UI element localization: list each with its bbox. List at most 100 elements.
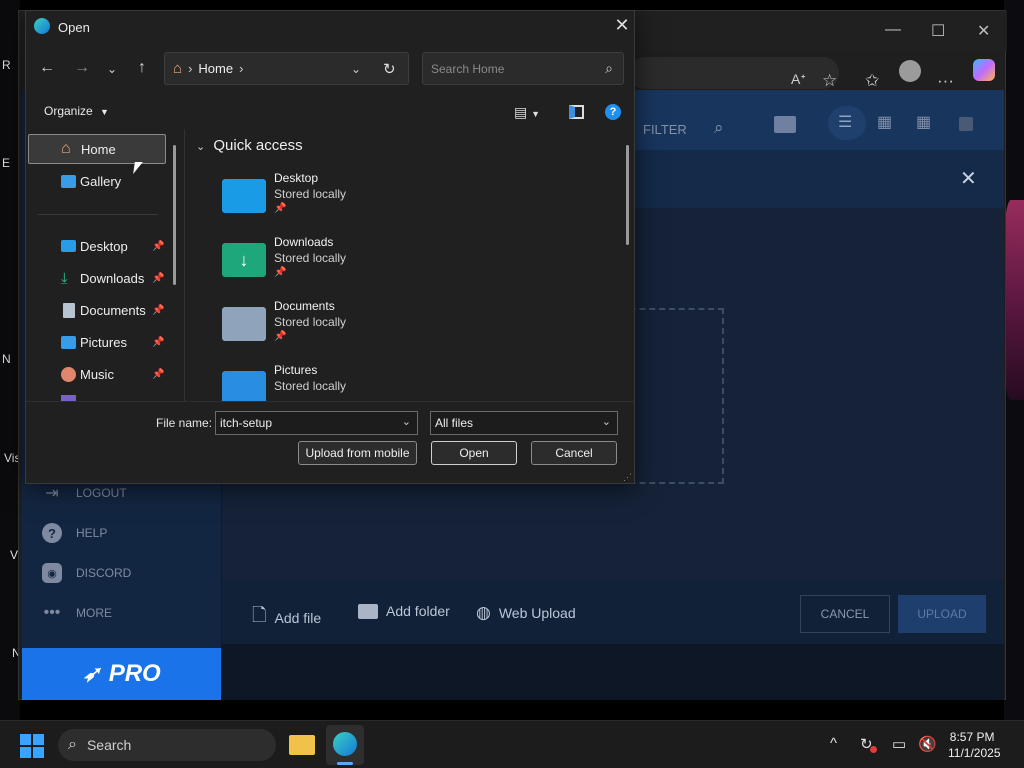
pane-divider (184, 129, 185, 401)
cancel-button[interactable]: CANCEL (800, 595, 890, 633)
sidebar-item-pictures[interactable]: Pictures 📌 (28, 327, 166, 357)
clock-date: 11/1/2025 (948, 746, 1001, 760)
recent-locations-icon[interactable]: ⌄ (100, 62, 124, 76)
nav-scrollbar[interactable] (173, 145, 176, 285)
address-bar[interactable] (629, 57, 839, 89)
sidebar-item-desktop[interactable]: Desktop 📌 (28, 231, 166, 261)
search-input[interactable]: Search Home ⌕ (422, 52, 624, 85)
chevron-down-icon[interactable]: ⌄ (402, 415, 411, 428)
resize-grip-icon[interactable]: ⋰ (623, 472, 632, 483)
list-item[interactable]: Desktop Stored locally 📌 (222, 171, 482, 231)
sidebar-item-home[interactable]: ⌂ Home (28, 134, 166, 164)
web-upload-label: Web Upload (498, 605, 576, 621)
small-grid-icon[interactable]: ▦ (877, 112, 892, 132)
list-item[interactable]: Pictures Stored locally (222, 363, 482, 401)
back-icon[interactable]: ← (35, 59, 59, 77)
breadcrumb[interactable]: ⌂ › Home › ⌄ ↻ (164, 52, 409, 85)
home-icon: ⌂ (61, 140, 71, 157)
breadcrumb-home[interactable]: Home (198, 61, 233, 76)
start-icon[interactable] (20, 734, 44, 758)
add-folder-button[interactable]: Add folder (358, 603, 450, 619)
add-file-button[interactable]: 🗋 Add file (252, 603, 321, 633)
view-options-icon[interactable]: ▤ ▼ (514, 104, 540, 121)
home-icon: ⌂ (173, 60, 183, 77)
list-item[interactable]: Documents Stored locally 📌 (222, 299, 482, 359)
file-name-label: File name: (156, 416, 213, 430)
quick-access-label: Quick access (213, 137, 303, 154)
read-aloud-icon[interactable]: Aᐩ (791, 71, 806, 88)
pin-icon: 📌 (152, 240, 165, 252)
star-icon[interactable]: ☆ (822, 71, 837, 91)
pin-icon: 📌 (274, 203, 287, 214)
sidebar-item-label: Downloads (80, 270, 145, 286)
pro-banner[interactable]: ➶ PRO (22, 648, 221, 700)
more-icon[interactable]: ··· (937, 71, 954, 91)
chevron-down-icon[interactable]: ⌄ (351, 62, 361, 76)
file-name-input[interactable]: itch-setup ⌄ (215, 411, 418, 435)
refresh-icon[interactable]: ↻ (383, 60, 396, 78)
volume-muted-icon[interactable]: 🔇 (918, 735, 937, 753)
up-icon[interactable]: ↑ (130, 59, 154, 77)
dialog-close-icon[interactable]: ✕ (612, 15, 632, 36)
item-status: Stored locally (274, 187, 347, 201)
copilot-icon[interactable] (973, 59, 995, 81)
sidebar-item-logout[interactable]: ⇥ LOGOUT (42, 483, 126, 503)
pictures-folder-icon (222, 371, 266, 401)
edge-icon (34, 18, 50, 34)
file-type-select[interactable]: All files ⌄ (430, 411, 618, 435)
minimize-icon[interactable]: — (885, 21, 901, 39)
search-icon: ⌕ (68, 736, 77, 753)
sidebar-item-documents[interactable]: Documents 📌 (28, 295, 166, 325)
profile-icon[interactable] (899, 60, 921, 82)
pin-icon: 📌 (274, 267, 287, 278)
pin-icon: 📌 (152, 368, 165, 380)
sidebar-item-label: Gallery (80, 173, 122, 189)
sidebar-item-discord[interactable]: ◉ DISCORD (42, 563, 131, 583)
sidebar-item-more[interactable]: ••• MORE (42, 603, 112, 623)
sidebar-item-label: Home (81, 141, 116, 157)
item-status: Stored locally (274, 251, 347, 265)
forward-icon[interactable]: → (70, 59, 94, 77)
network-icon[interactable]: ▭ (892, 735, 906, 753)
downloads-folder-icon: ↓ (222, 243, 266, 277)
sidebar-item-label: Music (80, 366, 114, 382)
upload-from-mobile-button[interactable]: Upload from mobile (298, 441, 417, 465)
add-file-label: Add file (274, 610, 322, 626)
pin-icon: 📌 (152, 272, 165, 284)
taskbar-search[interactable]: ⌕ Search (58, 729, 276, 761)
search-icon[interactable]: ⌕ (714, 118, 724, 138)
new-folder-icon[interactable] (774, 116, 796, 133)
file-explorer-icon[interactable] (289, 735, 315, 755)
list-item[interactable]: ↓ Downloads Stored locally 📌 (222, 235, 482, 295)
close-icon[interactable]: ✕ (960, 166, 977, 191)
clock[interactable]: 8:57 PM 11/1/2025 (942, 729, 1001, 761)
file-name-value: itch-setup (220, 416, 273, 430)
mouse-cursor-icon (133, 162, 143, 174)
item-status: Stored locally (274, 315, 347, 329)
quick-access-header[interactable]: ⌄ Quick access (196, 137, 303, 154)
sidebar-item-help[interactable]: ? HELP (42, 523, 107, 543)
preview-pane-icon[interactable] (569, 105, 584, 119)
large-view-icon[interactable] (959, 117, 973, 131)
help-icon[interactable]: ? (605, 104, 621, 120)
grid-view-icon[interactable]: ▦ (916, 112, 931, 132)
content-scrollbar[interactable] (626, 145, 629, 245)
breadcrumb-separator: › (239, 61, 244, 76)
sidebar-item-music[interactable]: Music 📌 (28, 359, 166, 389)
sidebar-item-downloads[interactable]: ⤓ Downloads 📌 (28, 263, 166, 293)
item-name: Downloads (274, 235, 334, 249)
web-upload-button[interactable]: ◍ Web Upload (476, 603, 576, 623)
maximize-icon[interactable]: ☐ (931, 21, 945, 41)
add-file-icon: 🗋 (252, 605, 267, 625)
organize-menu[interactable]: Organize ▼ (44, 104, 109, 118)
open-button[interactable]: Open (431, 441, 517, 465)
pro-label: PRO (108, 660, 161, 687)
favorites-icon[interactable]: ✩ (865, 71, 879, 91)
cancel-button[interactable]: Cancel (531, 441, 617, 465)
chevron-up-icon[interactable]: ^ (830, 735, 837, 752)
filter-button[interactable]: FILTER (643, 122, 687, 137)
sidebar-item-gallery[interactable]: Gallery (28, 166, 166, 196)
close-icon[interactable]: ✕ (977, 21, 990, 41)
upload-button[interactable]: UPLOAD (898, 595, 986, 633)
pro-logo-icon: ➶ (82, 661, 101, 686)
